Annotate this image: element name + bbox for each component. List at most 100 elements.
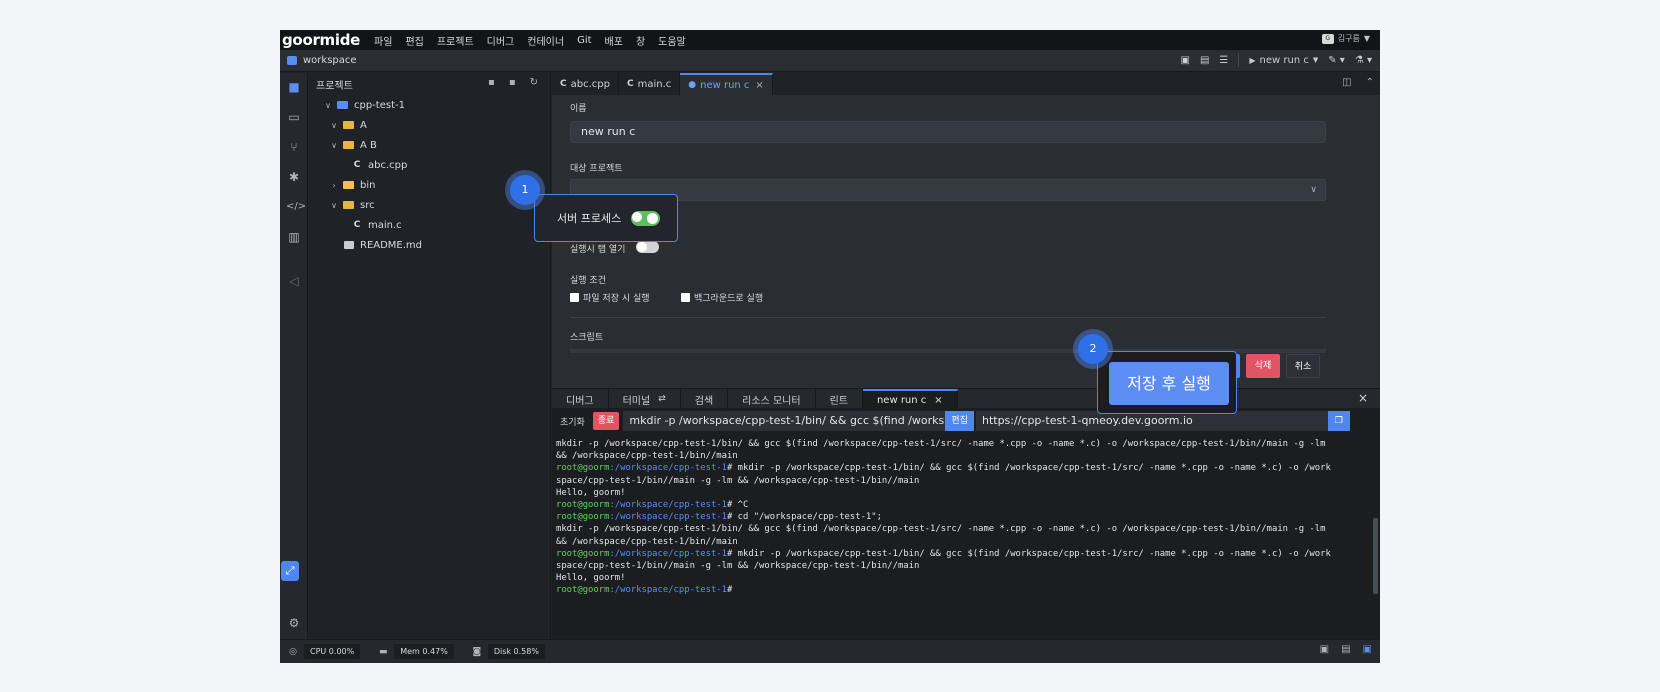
run-bar: 초기화 종료 mkdir -p /workspace/cpp-test-1/bi…	[552, 410, 1380, 432]
tab-label: new run c	[700, 79, 750, 91]
command-field[interactable]: mkdir -p /workspace/cpp-test-1/bin/ && g…	[623, 411, 946, 431]
mem-value: Mem 0.47%	[394, 644, 454, 659]
chat-icon[interactable]: ▤	[1341, 644, 1350, 655]
panel-tabs: 디버그 터미널 ⇄ 검색 리소스 모니터 린트 new run c × ×	[552, 388, 1380, 409]
terminal-line: root@goorm:/workspace/cpp-test-1# mkdir …	[556, 548, 1368, 560]
workspace-label: workspace	[303, 55, 357, 66]
terminal-output[interactable]: mkdir -p /workspace/cpp-test-1/bin/ && g…	[556, 438, 1368, 597]
bug-icon[interactable]: ✱	[286, 169, 302, 185]
new-file-icon[interactable]: ▪	[488, 77, 495, 88]
tree-item-abc-cpp[interactable]: C abc.cpp	[308, 155, 550, 175]
target-project-select[interactable]: ∨	[570, 179, 1326, 201]
tab-label: main.c	[637, 78, 672, 90]
tree-item-readme[interactable]: README.md	[308, 235, 550, 255]
new-folder-icon[interactable]: ▪	[509, 77, 516, 88]
expand-icon[interactable]: ⤢	[281, 561, 299, 581]
layout-icon[interactable]: ▣	[1320, 644, 1329, 655]
tree-item-folder-ab[interactable]: ∨ A B	[308, 135, 550, 155]
close-panel-icon[interactable]: ×	[1358, 391, 1368, 405]
tab-terminal[interactable]: 터미널 ⇄	[609, 389, 681, 409]
name-field[interactable]: new run c	[570, 121, 1326, 143]
server-process-toggle[interactable]	[631, 211, 660, 226]
project-icon[interactable]: ■	[286, 79, 302, 95]
toolbar-divider	[1238, 53, 1240, 67]
user-menu[interactable]: G 김구름 ▼	[1321, 33, 1370, 44]
run-button[interactable]: ▶ new run c ▼	[1249, 55, 1318, 66]
tab-main-c[interactable]: C main.c	[619, 73, 681, 95]
build-icon[interactable]: ✎ ▾	[1328, 55, 1345, 66]
terminal-line: Hello, goorm!	[556, 573, 626, 584]
terminal-line: root@goorm:/workspace/cpp-test-1# cd "/w…	[556, 511, 1368, 523]
terminal-line: mkdir -p /workspace/cpp-test-1/bin/ && g…	[556, 524, 1326, 535]
terminal-icon[interactable]: ▭	[286, 109, 302, 125]
bottom-panel: 디버그 터미널 ⇄ 검색 리소스 모니터 린트 new run c × × 초기화 …	[552, 388, 1380, 639]
workspace-toolbar: workspace ▣ ▤ ☰ ▶ new run c ▼ ✎ ▾ ⚗ ▾	[280, 50, 1380, 72]
tab-resource-monitor[interactable]: 리소스 모니터	[728, 389, 816, 409]
tree-item-project[interactable]: ∨ cpp-test-1	[308, 95, 550, 115]
menu-deploy[interactable]: 배포	[605, 33, 623, 48]
terminal-toggle-icon[interactable]: ▣	[1363, 644, 1372, 655]
terminal-scrollbar[interactable]	[1373, 518, 1378, 594]
tab-abc-cpp[interactable]: C abc.cpp	[552, 73, 619, 95]
refresh-icon[interactable]: ↻	[530, 77, 538, 88]
menu-file[interactable]: 파일	[374, 33, 392, 48]
close-icon[interactable]: ×	[934, 395, 942, 406]
menu-edit[interactable]: 편집	[405, 33, 423, 48]
container-icon[interactable]: ▥	[286, 229, 302, 245]
stop-button[interactable]: 종료	[592, 412, 620, 430]
gear-icon[interactable]: ⚙	[286, 615, 302, 631]
open-tab-toggle[interactable]	[636, 241, 659, 253]
menu-debug[interactable]: 디버그	[487, 33, 515, 48]
tree-item-folder-a[interactable]: ∨ A	[308, 115, 550, 135]
callout-save-and-run: 저장 후 실행	[1097, 351, 1237, 414]
menu-git[interactable]: Git	[577, 35, 591, 46]
git-branch-icon[interactable]: ⑂	[286, 139, 302, 155]
prompt-path: :/workspace/cpp-test-1	[609, 548, 727, 559]
chevron-up-icon[interactable]: ⌃	[1366, 77, 1374, 88]
script-label: 스크립트	[570, 333, 604, 343]
tree-item-label: bin	[360, 179, 376, 191]
delete-button[interactable]: 삭제	[1246, 354, 1280, 378]
prompt-user: root@goorm	[556, 500, 610, 511]
close-icon[interactable]: ×	[755, 80, 763, 91]
cpp-file-icon: C	[560, 79, 567, 89]
vscode-icon[interactable]: ◁	[286, 273, 302, 289]
tab-search[interactable]: 검색	[681, 389, 729, 409]
split-editor-icon[interactable]: ◫	[1342, 77, 1351, 88]
on-save-checkbox[interactable]: 파일 저장 시 실행	[570, 291, 650, 304]
copy-icon[interactable]: ❐	[1327, 411, 1350, 431]
prompt-user: root@goorm	[556, 463, 610, 474]
menu-project[interactable]: 프로젝트	[437, 33, 474, 48]
menu-window[interactable]: 창	[636, 33, 645, 48]
save-and-run-button[interactable]: 저장 후 실행	[1109, 362, 1229, 405]
tab-lint[interactable]: 린트	[816, 389, 863, 409]
prompt-user: root@goorm	[556, 585, 610, 596]
markdown-file-icon	[344, 241, 354, 249]
test-icon[interactable]: ⚗ ▾	[1355, 55, 1372, 66]
format-icon[interactable]: ☰	[1219, 55, 1228, 66]
reset-button[interactable]: 초기화	[560, 415, 585, 428]
url-field[interactable]: https://cpp-test-1-qmeoy.dev.goorm.io	[975, 411, 1328, 431]
tab-new-run-c[interactable]: ● new run c ×	[680, 73, 773, 95]
terminal-line: && /workspace/cpp-test-1/bin//main	[556, 451, 738, 462]
tab-debug[interactable]: 디버그	[552, 389, 609, 409]
tab-new-run-c[interactable]: new run c ×	[862, 389, 958, 409]
code-icon[interactable]: </>	[286, 199, 306, 215]
save-all-icon[interactable]: ▤	[1200, 55, 1209, 66]
terminal-command: # ^C	[727, 500, 749, 511]
cpp-file-icon: C	[353, 160, 361, 170]
menu-container[interactable]: 컨테이너	[527, 33, 564, 48]
prompt-user: root@goorm	[556, 548, 610, 559]
terminal-command: # cd "/workspace/cpp-test-1";	[727, 512, 882, 523]
cancel-button[interactable]: 취소	[1286, 354, 1320, 378]
callout-badge-1: 1	[510, 175, 540, 205]
run-config-form: 이름 new run c 대상 프로젝트 ∨ 실행시 탭 열기 실행 조건 파일…	[552, 95, 1380, 388]
run-config-label: new run c	[1259, 54, 1309, 66]
save-icon[interactable]: ▣	[1181, 55, 1190, 66]
menu-help[interactable]: 도움말	[658, 33, 686, 48]
edit-button[interactable]: 편집	[945, 411, 974, 431]
terminal-line: Hello, goorm!	[556, 487, 626, 498]
background-checkbox[interactable]: 백그라운드로 실행	[681, 291, 763, 304]
tree-item-main-c[interactable]: C main.c	[308, 215, 550, 235]
status-actions: ▣ ▤ ▣	[1320, 644, 1372, 655]
